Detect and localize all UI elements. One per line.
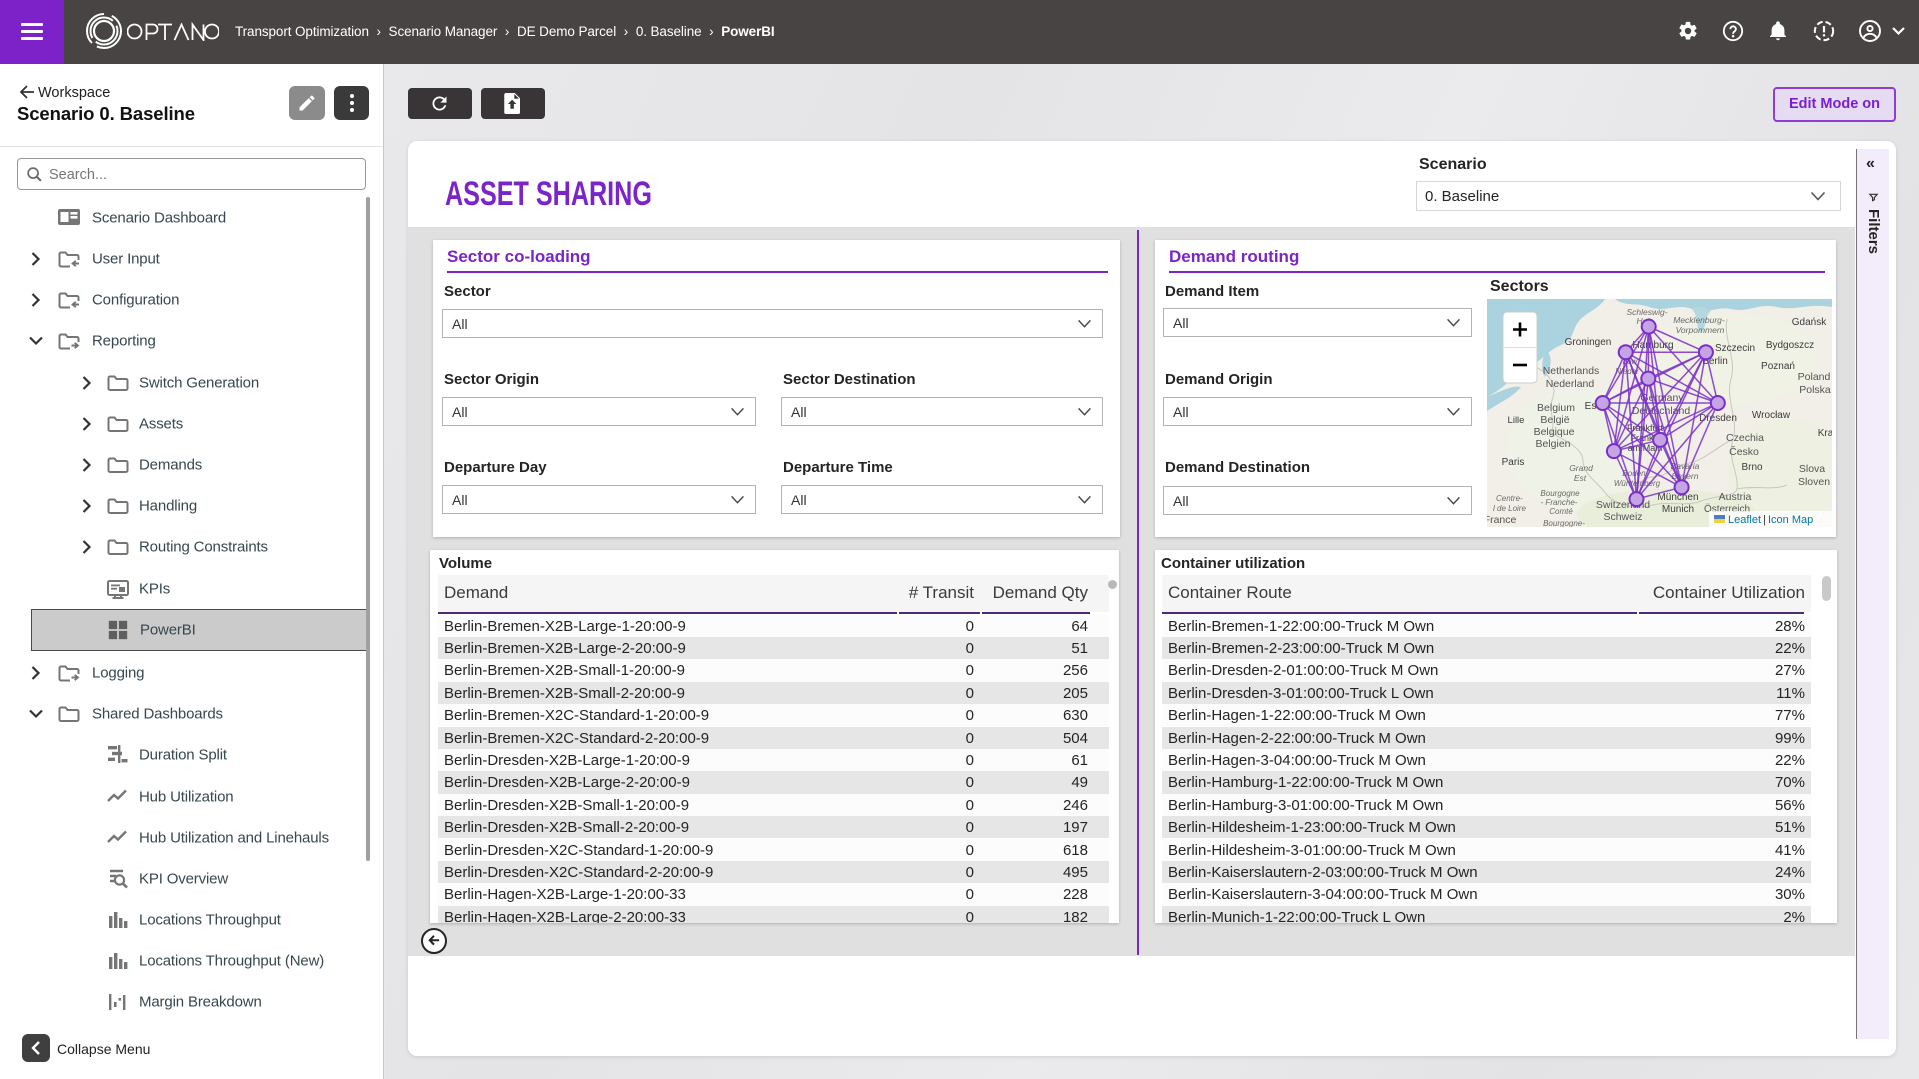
svg-text:Poland: Poland bbox=[1798, 371, 1831, 383]
svg-text:Belgien: Belgien bbox=[1535, 438, 1570, 450]
svg-text:Czechia: Czechia bbox=[1726, 432, 1764, 444]
svg-text:France: France bbox=[1487, 514, 1516, 526]
svg-text:Munich: Munich bbox=[1662, 504, 1694, 515]
svg-text:Česko: Česko bbox=[1729, 445, 1759, 458]
svg-text:Mecklenburg-: Mecklenburg- bbox=[1673, 315, 1725, 325]
svg-text:Bourgogne-: Bourgogne- bbox=[1543, 519, 1585, 527]
svg-text:Bourgogne: Bourgogne bbox=[1540, 489, 1580, 498]
svg-text:Grand: Grand bbox=[1569, 463, 1593, 473]
svg-text:Schweiz: Schweiz bbox=[1603, 511, 1642, 523]
svg-text:l de Loire: l de Loire bbox=[1493, 504, 1526, 513]
svg-text:Bydgoszcz: Bydgoszcz bbox=[1766, 340, 1814, 351]
svg-text:Belgique: Belgique bbox=[1534, 426, 1575, 438]
svg-text:Lille: Lille bbox=[1508, 415, 1525, 426]
svg-text:Est: Est bbox=[1574, 473, 1587, 483]
svg-text:Paris: Paris bbox=[1502, 457, 1525, 468]
svg-text:Brno: Brno bbox=[1741, 462, 1763, 473]
svg-text:België: België bbox=[1540, 414, 1569, 426]
svg-text:Gdańsk: Gdańsk bbox=[1792, 317, 1827, 328]
svg-text:Centre-: Centre- bbox=[1496, 494, 1523, 503]
svg-text:Krak: Krak bbox=[1818, 428, 1832, 439]
svg-text:Szczecin: Szczecin bbox=[1715, 343, 1755, 354]
svg-text:Sloven: Sloven bbox=[1798, 476, 1830, 488]
svg-text:Groningen: Groningen bbox=[1565, 337, 1612, 348]
svg-text:Leaflet: Leaflet bbox=[1728, 514, 1761, 526]
svg-text:Polska: Polska bbox=[1799, 384, 1831, 396]
svg-text:Icon Map: Icon Map bbox=[1768, 514, 1813, 526]
svg-text:Netherlands: Netherlands bbox=[1543, 365, 1600, 377]
svg-text:Belgium: Belgium bbox=[1537, 402, 1575, 414]
svg-text:Nederland: Nederland bbox=[1546, 378, 1595, 390]
svg-text:|: | bbox=[1763, 514, 1766, 526]
svg-text:- Franche-: - Franche- bbox=[1541, 498, 1578, 507]
svg-text:Vorpommern: Vorpommern bbox=[1676, 325, 1725, 335]
svg-text:Deutschland: Deutschland bbox=[1632, 405, 1691, 417]
svg-text:Austria: Austria bbox=[1719, 491, 1752, 503]
svg-text:Slova: Slova bbox=[1799, 463, 1825, 475]
svg-text:Poznań: Poznań bbox=[1761, 361, 1795, 372]
svg-text:Comté: Comté bbox=[1549, 507, 1573, 516]
svg-text:Wrocław: Wrocław bbox=[1752, 410, 1791, 421]
